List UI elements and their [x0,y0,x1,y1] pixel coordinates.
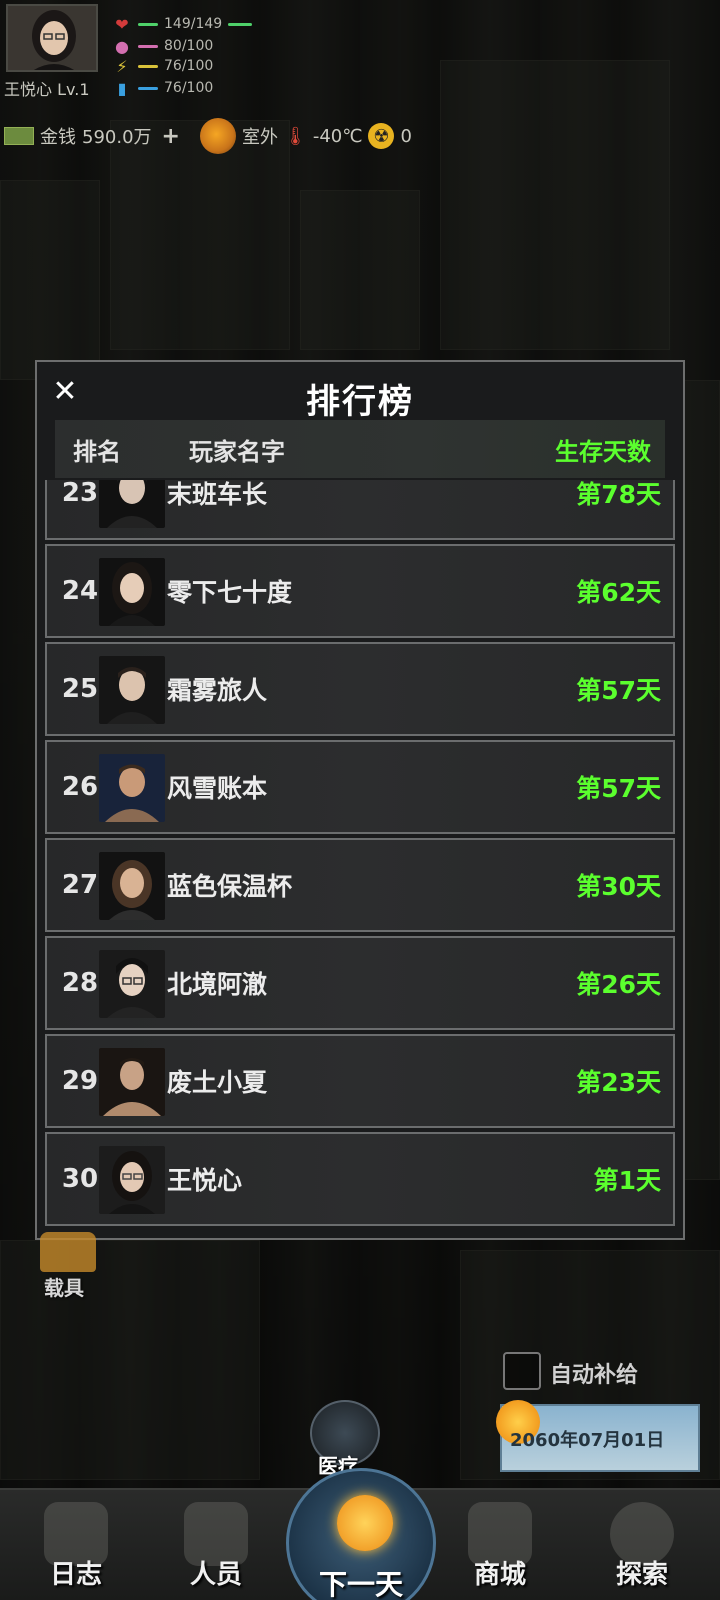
add-money-button[interactable]: + [162,124,180,149]
auto-supply-label: 自动补给 [550,1363,639,1388]
survival-days: 第57天 [576,676,661,705]
player-name: 废土小夏 [167,1068,268,1097]
water-value: 76/100 [164,80,214,96]
sun-weather-icon [199,118,236,154]
nav-people-label: 人员 [189,1560,242,1590]
radiation-icon: ☢ [368,123,395,149]
radiation-value: 0 [400,125,412,147]
location-label: 室外 [241,127,278,148]
auto-supply-checkbox[interactable] [503,1352,541,1390]
cash-icon [4,127,34,145]
player-portrait [99,1146,165,1214]
player-portrait [99,852,165,920]
temperature-value: -40℃ [312,125,363,147]
leaderboard-header: 排名 玩家名字 生存天数 [55,420,665,478]
vehicle-button[interactable]: 载具 [44,1272,84,1301]
vehicle-icon[interactable] [40,1232,96,1272]
nav-shop[interactable]: 商城 [440,1490,560,1600]
health-stat: ❤ 149/149 [112,14,253,34]
rank-number: 23 [61,480,99,508]
player-portrait [99,558,165,626]
rank-number: 24 [61,576,99,606]
nav-explore[interactable]: 探索 [582,1490,702,1600]
survival-days: 第78天 [576,480,661,509]
rank-number: 25 [61,674,99,704]
leaderboard-row: 27 蓝色保温杯 第30天 [45,838,675,932]
player-portrait [99,656,165,724]
column-survival-days: 生存天数 [555,437,651,466]
player-name: 王悦心 Lv.1 [4,80,90,99]
leaderboard-row: 30 王悦心 第1天 [45,1132,675,1226]
heart-icon: ❤ [115,14,129,34]
energy-stat: ⚡ 76/100 [112,56,213,76]
hunger-value: 80/100 [164,38,214,54]
rank-number: 28 [61,968,99,998]
leaderboard-row: 23 末班车长 第78天 [45,480,675,540]
dialog-title: 排行榜 [306,382,414,422]
leaderboard-row: 24 零下七十度 第62天 [45,544,675,638]
column-rank: 排名 [73,437,121,466]
nav-explore-label: 探索 [615,1560,668,1590]
nav-log-label: 日志 [49,1560,102,1590]
resource-bar: 金钱 590.0万 + 室外 🌡 -40℃ ☢ 0 [4,118,412,154]
player-portrait [99,1048,165,1116]
leaderboard-row: 25 霜雾旅人 第57天 [45,642,675,736]
player-portrait [99,950,165,1018]
rank-number: 26 [61,772,99,802]
leaderboard-dialog: ✕ 排行榜 排名 玩家名字 生存天数 23 末班车长 第78天 24 零下七十度… [35,360,685,1240]
health-value: 149/149 [164,16,223,32]
player-portrait [99,754,165,822]
leaderboard-list[interactable]: 23 末班车长 第78天 24 零下七十度 第62天 25 霜雾旅人 第57天 … [45,480,675,1228]
survival-days: 第23天 [576,1068,661,1097]
hunger-stat: ● 80/100 [112,36,213,56]
player-name: 风雪账本 [167,774,268,803]
survival-days: 第30天 [576,872,661,901]
leaderboard-row: 26 风雪账本 第57天 [45,740,675,834]
survival-days: 第26天 [576,970,661,999]
thermometer-icon: 🌡 [283,125,307,147]
survival-days: 第57天 [576,774,661,803]
player-avatar[interactable] [6,4,98,72]
player-name: 末班车长 [167,480,268,509]
next-day-label: 下一天 [318,1568,403,1600]
rank-number: 30 [61,1164,99,1194]
energy-icon: ⚡ [116,56,128,76]
water-icon: ▮ [117,78,127,98]
nav-people[interactable]: 人员 [156,1490,276,1600]
player-name: 零下七十度 [167,578,293,607]
money-label: 金钱 [40,127,76,148]
survival-days: 第62天 [576,578,661,607]
rank-number: 29 [61,1066,99,1096]
nav-log[interactable]: 日志 [16,1490,136,1600]
nav-shop-label: 商城 [473,1560,526,1590]
player-name: 王悦心 [167,1166,243,1195]
column-player-name: 玩家名字 [189,437,285,466]
player-name: 北境阿澈 [167,970,268,999]
player-name: 霜雾旅人 [167,676,268,705]
leaderboard-row: 29 废土小夏 第23天 [45,1034,675,1128]
player-portrait [99,480,165,528]
sun-icon [337,1495,393,1551]
leaderboard-row: 28 北境阿澈 第26天 [45,936,675,1030]
energy-value: 76/100 [164,58,214,74]
water-stat: ▮ 76/100 [112,78,214,98]
survival-days: 第1天 [593,1166,661,1195]
current-date: 2060年07月01日 [510,1430,665,1451]
money-value: 590.0万 [82,127,152,148]
stomach-icon: ● [115,36,129,56]
date-card: 2060年07月01日 [496,1400,700,1472]
player-name: 蓝色保温杯 [167,872,293,901]
rank-number: 27 [61,870,99,900]
